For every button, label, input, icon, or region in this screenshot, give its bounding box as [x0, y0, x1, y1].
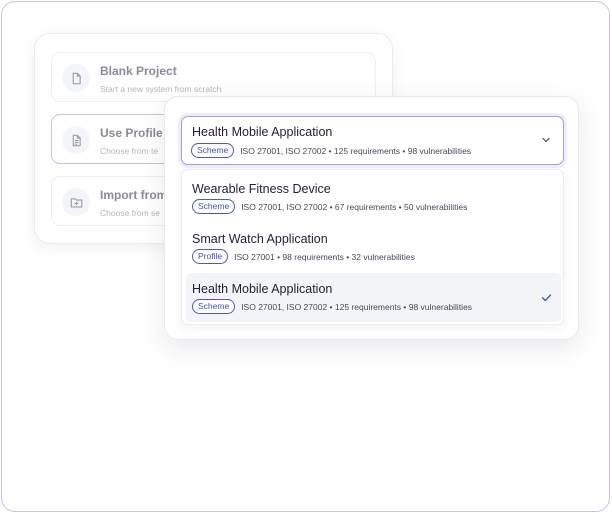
document-text-icon: [62, 126, 90, 154]
chevron-down-icon[interactable]: [540, 134, 552, 146]
folder-plus-icon: [62, 188, 90, 216]
option-title: Blank Project: [100, 64, 177, 78]
system-select[interactable]: Health Mobile Application Scheme ISO 270…: [181, 116, 564, 165]
option-subtitle: Choose from se: [100, 208, 160, 218]
menu-item-details: ISO 27001, ISO 27002 • 67 requirements •…: [241, 201, 468, 212]
system-select-card: Health Mobile Application Scheme ISO 270…: [164, 96, 579, 340]
menu-item-title: Health Mobile Application: [192, 282, 333, 296]
type-badge: Scheme: [192, 299, 236, 314]
system-select-menu: Wearable Fitness Device Scheme ISO 27001…: [181, 169, 564, 325]
select-value-details: ISO 27001, ISO 27002 • 125 requirements …: [240, 145, 472, 156]
option-title: Use Profile o: [100, 126, 174, 140]
option-subtitle: Start a new system from scratch: [100, 84, 222, 94]
type-badge: Scheme: [192, 199, 236, 214]
menu-item-health-mobile-application[interactable]: Health Mobile Application Scheme ISO 270…: [186, 273, 561, 322]
menu-item-meta: Scheme ISO 27001, ISO 27002 • 67 require…: [192, 199, 467, 214]
option-title: Import from: [100, 188, 168, 202]
select-value-meta: Scheme ISO 27001, ISO 27002 • 125 requir…: [191, 143, 471, 158]
select-value-title: Health Mobile Application: [192, 125, 333, 139]
document-icon: [62, 64, 90, 92]
menu-item-details: ISO 27001 • 98 requirements • 32 vulnera…: [234, 251, 415, 262]
type-badge: Profile: [192, 249, 229, 264]
menu-item-meta: Scheme ISO 27001, ISO 27002 • 125 requir…: [192, 299, 472, 314]
menu-item-details: ISO 27001, ISO 27002 • 125 requirements …: [241, 301, 473, 312]
menu-item-title: Wearable Fitness Device: [192, 182, 331, 196]
type-badge: Scheme: [191, 143, 235, 158]
menu-item-wearable-fitness-device[interactable]: Wearable Fitness Device Scheme ISO 27001…: [186, 173, 561, 222]
option-blank-project[interactable]: Blank Project Start a new system from sc…: [51, 52, 376, 102]
check-icon: [541, 294, 552, 302]
menu-item-smart-watch-application[interactable]: Smart Watch Application Profile ISO 2700…: [186, 223, 561, 272]
menu-item-title: Smart Watch Application: [192, 232, 328, 246]
menu-item-meta: Profile ISO 27001 • 98 requirements • 32…: [192, 249, 415, 264]
option-subtitle: Choose from te: [100, 146, 159, 156]
